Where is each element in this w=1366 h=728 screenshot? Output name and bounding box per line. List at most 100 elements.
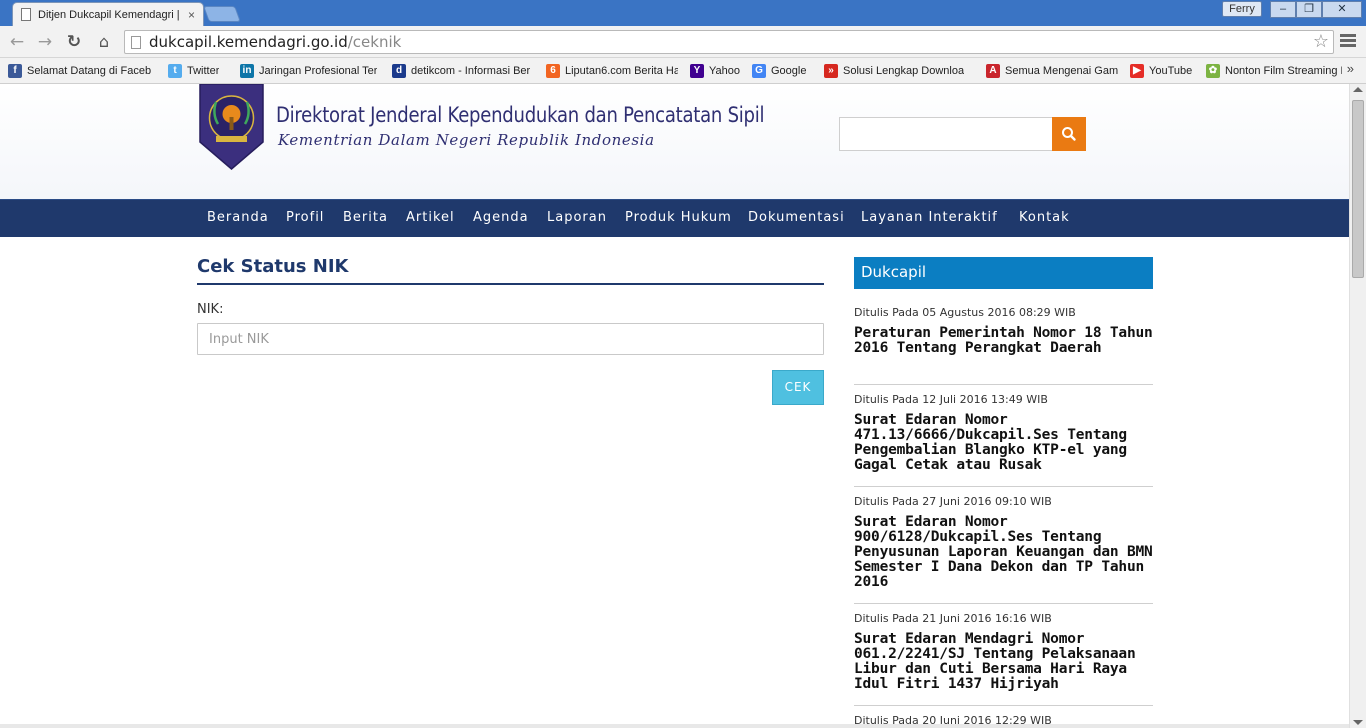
bookmark-star-icon[interactable]: ☆: [1313, 31, 1329, 53]
bookmark-item[interactable]: Y Yahoo: [690, 61, 740, 81]
scroll-down-arrow-icon[interactable]: [1353, 720, 1363, 725]
news-item: Ditulis Pada 12 Juli 2016 13:49 WIB Surat…: [854, 393, 1153, 473]
news-headline-link[interactable]: Surat Edaran Nomor 900/6128/Dukcapil.Ses…: [854, 515, 1153, 590]
bookmark-label: Twitter: [187, 64, 220, 77]
news-divider: [854, 486, 1153, 487]
window-bottom-edge: [0, 724, 1349, 728]
nav-item[interactable]: Laporan: [547, 200, 607, 238]
youtube-icon: ▶: [1130, 63, 1144, 78]
film-streaming-icon: ✿: [1206, 63, 1220, 78]
google-icon: G: [752, 63, 766, 78]
news-headline-link[interactable]: Surat Edaran Nomor 471.13/6666/Dukcapil.…: [854, 413, 1153, 473]
maximize-button[interactable]: ❐: [1296, 1, 1322, 18]
document-icon: [21, 8, 31, 21]
bookmarks-bar: f Selamat Datang di Faceb t Twitter in Jaring…: [0, 58, 1366, 84]
nav-item[interactable]: Artikel: [406, 200, 455, 238]
back-arrow-icon[interactable]: ←: [6, 31, 28, 53]
news-date: Ditulis Pada 05 Agustus 2016 08:29 WIB: [854, 306, 1076, 319]
game-site-icon: A: [986, 63, 1000, 78]
scroll-thumb[interactable]: [1352, 100, 1364, 278]
nav-item[interactable]: Kontak: [1019, 200, 1070, 238]
news-divider: [854, 603, 1153, 604]
site-header: Direktorat Jenderal Kependudukan dan Pen…: [0, 84, 1349, 199]
search-icon: [1062, 127, 1076, 141]
news-item: Ditulis Pada 27 Juni 2016 09:10 WIB Surat…: [854, 495, 1153, 590]
bookmark-item[interactable]: ✿ Nonton Film Streaming M: [1206, 61, 1342, 81]
news-headline-link[interactable]: Peraturan Pemerintah Nomor 18 Tahun 2016…: [854, 326, 1153, 356]
site-search-input[interactable]: [839, 117, 1053, 151]
sidebar-heading: Dukcapil: [854, 257, 1153, 289]
browser-titlebar: Ditjen Dukcapil Kemendagri | × Ferry – ❐…: [0, 0, 1366, 26]
linkedin-icon: in: [240, 63, 254, 78]
address-bar[interactable]: dukcapil.kemendagri.go.id/ceknik ☆: [124, 30, 1334, 54]
tab-title: Ditjen Dukcapil Kemendagri |: [38, 8, 180, 21]
nav-item[interactable]: Agenda: [473, 200, 529, 238]
bookmark-label: Selamat Datang di Faceb: [27, 64, 152, 77]
bookmark-item[interactable]: 6 Liputan6.com Berita Hari: [546, 61, 678, 81]
news-divider: [854, 384, 1153, 385]
url-host: dukcapil.kemendagri.go.id: [149, 33, 348, 51]
nav-item[interactable]: Berita: [343, 200, 388, 238]
nik-input[interactable]: [197, 323, 824, 355]
bookmark-label: Semua Mengenai Game &: [1005, 64, 1118, 77]
kemendagri-emblem-logo: [199, 84, 264, 170]
bookmark-label: detikcom - Informasi Ber: [411, 64, 531, 77]
yahoo-icon: Y: [690, 63, 704, 78]
profile-name-button[interactable]: Ferry: [1222, 1, 1262, 17]
bookmark-item[interactable]: G Google: [752, 61, 812, 81]
news-date: Ditulis Pada 21 Juni 2016 16:16 WIB: [854, 612, 1052, 625]
browser-toolbar: ← → ↻ ⌂ dukcapil.kemendagri.go.id/ceknik…: [0, 26, 1366, 58]
bookmark-label: Google: [771, 64, 807, 77]
browser-tab[interactable]: Ditjen Dukcapil Kemendagri | ×: [12, 2, 204, 26]
detik-icon: d: [392, 63, 406, 78]
home-icon[interactable]: ⌂: [93, 31, 115, 53]
news-item: Ditulis Pada 05 Agustus 2016 08:29 WIB Pe…: [854, 306, 1153, 356]
news-date: Ditulis Pada 12 Juli 2016 13:49 WIB: [854, 393, 1048, 406]
download-solution-icon: »: [824, 63, 838, 78]
bookmark-label: Yahoo: [709, 64, 740, 77]
bookmark-label: YouTube: [1149, 64, 1193, 77]
reload-icon[interactable]: ↻: [63, 31, 85, 53]
bookmark-label: Nonton Film Streaming M: [1225, 64, 1342, 77]
main-navigation: Beranda Profil Berita Artikel Agenda Laporan P…: [0, 199, 1349, 237]
browser-menu-icon[interactable]: [1340, 34, 1356, 50]
bookmark-item[interactable]: » Solusi Lengkap Downloa: [824, 61, 974, 81]
nav-item[interactable]: Dokumentasi: [748, 200, 845, 238]
page-viewport: Direktorat Jenderal Kependudukan dan Pen…: [0, 84, 1349, 728]
minimize-button[interactable]: –: [1270, 1, 1296, 18]
bookmark-item[interactable]: A Semua Mengenai Game &: [986, 61, 1118, 81]
site-search-button[interactable]: [1052, 117, 1086, 151]
bookmark-label: Jaringan Profesional Ter: [259, 64, 378, 77]
nav-item[interactable]: Layanan Interaktif: [861, 200, 998, 238]
nav-item[interactable]: Produk Hukum: [625, 200, 732, 238]
bookmark-item[interactable]: ▶ YouTube: [1130, 61, 1194, 81]
nav-item[interactable]: Profil: [286, 200, 324, 238]
site-subtitle: Kementrian Dalam Negeri Republik Indones…: [278, 131, 655, 149]
bookmark-item[interactable]: in Jaringan Profesional Ter: [240, 61, 380, 81]
liputan6-icon: 6: [546, 63, 560, 78]
bookmark-label: Solusi Lengkap Downloa: [843, 64, 965, 77]
cek-button[interactable]: CEK: [772, 370, 824, 405]
bookmark-item[interactable]: d detikcom - Informasi Ber: [392, 61, 534, 81]
page-title: Cek Status NIK: [197, 256, 349, 277]
scroll-up-arrow-icon[interactable]: [1353, 87, 1363, 92]
page-icon: [131, 35, 141, 49]
news-headline-link[interactable]: Surat Edaran Mendagri Nomor 061.2/2241/S…: [854, 632, 1153, 692]
facebook-icon: f: [8, 63, 22, 78]
page-scrollbar[interactable]: [1349, 84, 1366, 728]
title-divider: [197, 283, 824, 285]
news-divider: [854, 705, 1153, 706]
tab-close-icon[interactable]: ×: [188, 8, 195, 22]
nik-label: NIK:: [197, 302, 224, 317]
close-window-button[interactable]: ✕: [1322, 1, 1362, 18]
news-item: Ditulis Pada 21 Juni 2016 16:16 WIB Surat…: [854, 612, 1153, 692]
bookmark-item[interactable]: t Twitter: [168, 61, 228, 81]
forward-arrow-icon[interactable]: →: [34, 31, 56, 53]
nav-item[interactable]: Beranda: [207, 200, 269, 238]
bookmarks-overflow-icon[interactable]: »: [1347, 61, 1354, 76]
bookmark-item[interactable]: f Selamat Datang di Faceb: [8, 61, 156, 81]
url-path: /ceknik: [347, 33, 402, 51]
new-tab-button[interactable]: [203, 6, 241, 22]
site-title: Direktorat Jenderal Kependudukan dan Pen…: [276, 103, 765, 127]
bookmark-label: Liputan6.com Berita Hari: [565, 64, 678, 77]
